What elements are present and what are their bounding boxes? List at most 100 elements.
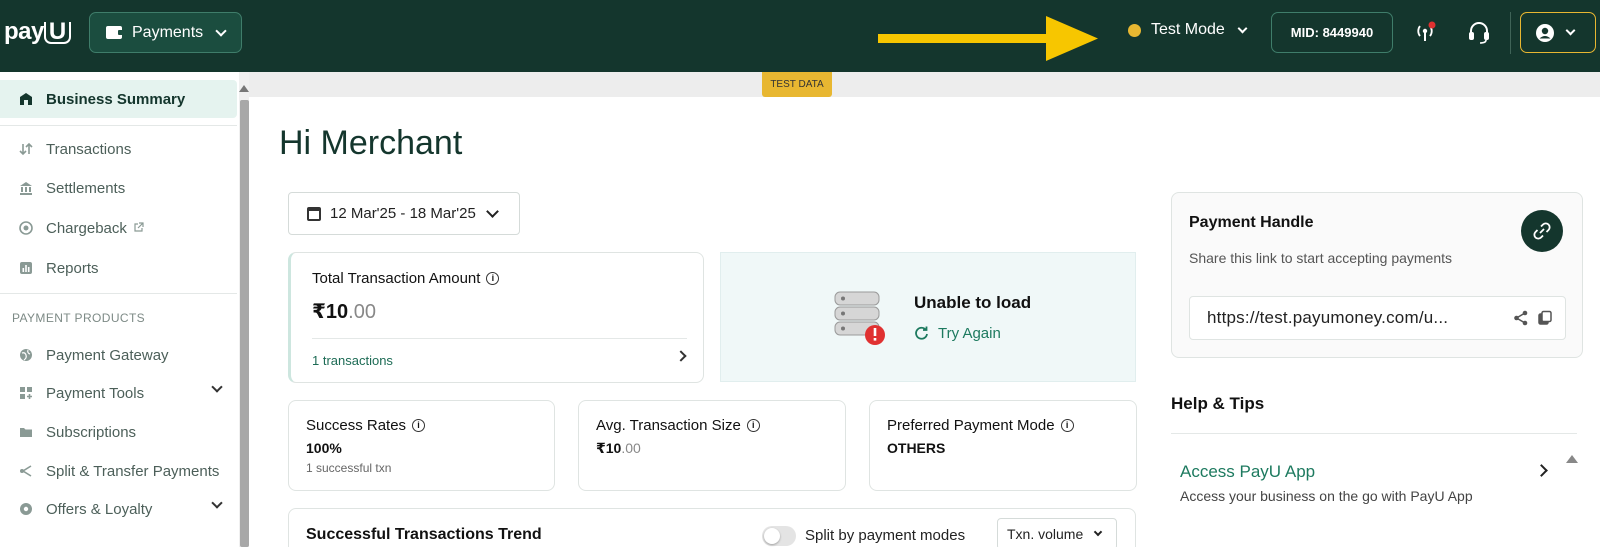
chevron-right-icon[interactable] — [675, 350, 687, 362]
payment-handle-url[interactable]: https://test.payumoney.com/u... — [1189, 296, 1566, 340]
payments-product-button[interactable]: Payments — [89, 12, 242, 53]
total-transaction-title: Total Transaction Amount i — [312, 270, 500, 287]
link-icon — [1533, 222, 1551, 240]
success-rate-sub: 1 successful txn — [306, 461, 392, 475]
sidebar-scrollbar-thumb[interactable] — [240, 100, 249, 547]
info-icon[interactable]: i — [1060, 419, 1074, 432]
preferred-mode-title: Preferred Payment Mode i — [887, 417, 1074, 434]
sidebar-item-split-transfer[interactable]: Split & Transfer Payments — [0, 452, 237, 490]
success-rate-title: Success Rates i — [306, 417, 426, 434]
sidebar-item-reports[interactable]: Reports — [0, 249, 237, 287]
info-icon[interactable]: i — [412, 419, 426, 432]
test-data-band — [249, 72, 1600, 97]
chevron-right-icon[interactable] — [1535, 464, 1548, 477]
avg-transaction-value: ₹10.00 — [596, 440, 641, 456]
sidebar-item-transactions[interactable]: Transactions — [0, 130, 237, 168]
external-link-icon — [133, 220, 144, 237]
success-rate-card: Success Rates i 100% 1 successful txn — [288, 400, 555, 491]
sidebar-item-payment-gateway[interactable]: Payment Gateway — [0, 336, 237, 374]
sidebar-item-label: Settlements — [46, 179, 126, 197]
gear-badge-icon — [18, 501, 34, 517]
chevron-down-icon — [1094, 527, 1103, 537]
wallet-icon — [106, 26, 124, 39]
refresh-icon — [915, 326, 928, 340]
info-icon[interactable]: i — [746, 419, 760, 432]
profile-menu-button[interactable] — [1520, 12, 1596, 53]
total-transaction-card: Total Transaction Amount i ₹10.00 1 tran… — [288, 252, 704, 383]
payu-logo[interactable]: pay U — [4, 18, 71, 46]
help-tips-heading: Help & Tips — [1171, 394, 1265, 413]
sidebar: Business Summary Transactions Settlement… — [0, 72, 237, 547]
globe-icon — [18, 347, 34, 363]
preferred-mode-value: OTHERS — [887, 440, 946, 456]
scroll-up-arrow-icon[interactable] — [239, 85, 249, 92]
mode-status-dot — [1128, 23, 1141, 37]
success-rate-value: 100% — [306, 440, 342, 456]
transactions-count-link[interactable]: 1 transactions — [312, 353, 393, 368]
error-card: Unable to load Try Again — [720, 252, 1136, 382]
sidebar-item-settlements[interactable]: Settlements — [0, 169, 237, 207]
card-divider — [312, 338, 687, 339]
scroll-up-arrow-icon[interactable] — [1566, 455, 1578, 463]
test-data-badge: TEST DATA — [762, 72, 832, 97]
sidebar-item-label: Split & Transfer Payments — [46, 462, 220, 480]
preferred-mode-card: Preferred Payment Mode i OTHERS — [869, 400, 1137, 491]
payment-handle-card: Payment Handle Share this link to start … — [1171, 192, 1583, 358]
merchant-id-button[interactable]: MID: 8449940 — [1271, 12, 1393, 53]
business-icon — [18, 91, 34, 107]
payment-handle-desc: Share this link to start accepting payme… — [1189, 250, 1453, 266]
sidebar-item-payment-tools[interactable]: Payment Tools — [0, 374, 237, 412]
chevron-down-icon — [1565, 25, 1576, 36]
date-range-picker[interactable]: 12 Mar'25 - 18 Mar'25 — [288, 192, 520, 235]
sidebar-item-label: Reports — [46, 259, 99, 277]
topbar-divider — [1510, 12, 1511, 54]
access-payu-app-desc: Access your business on the go with PayU… — [1180, 488, 1473, 504]
server-error-icon — [834, 291, 885, 345]
sidebar-item-label: Transactions — [46, 140, 132, 158]
page-title: Hi Merchant — [279, 124, 463, 162]
chevron-down-icon — [485, 205, 499, 218]
calendar-icon — [307, 206, 321, 221]
access-payu-app-link[interactable]: Access PayU App — [1180, 462, 1315, 482]
test-mode-label: Test Mode — [1151, 21, 1225, 38]
payment-handle-title: Payment Handle — [1189, 214, 1314, 231]
split-payment-modes-toggle[interactable] — [762, 526, 796, 546]
transactions-trend-card: Successful Transactions Trend Split by p… — [288, 508, 1136, 547]
link-button[interactable] — [1521, 210, 1563, 252]
try-again-button[interactable]: Try Again — [914, 325, 1001, 342]
chevron-down-icon — [211, 497, 223, 509]
arrow-annotation — [878, 16, 1098, 61]
sidebar-section-heading: PAYMENT PRODUCTS — [12, 311, 146, 325]
chevron-down-icon — [215, 24, 227, 37]
folder-icon — [18, 424, 34, 440]
top-navigation-bar: pay U Payments Test Mode MID: 8449940 — [0, 0, 1600, 72]
sidebar-divider — [0, 293, 237, 294]
chevron-down-icon — [1237, 23, 1248, 33]
date-range-label: 12 Mar'25 - 18 Mar'25 — [330, 205, 476, 222]
test-mode-dropdown[interactable]: Test Mode — [1128, 21, 1248, 39]
error-message: Unable to load — [914, 293, 1032, 312]
sidebar-item-business-summary[interactable]: Business Summary — [0, 80, 237, 118]
avg-transaction-title: Avg. Transaction Size i — [596, 417, 760, 434]
help-divider — [1171, 433, 1577, 434]
broadcast-icon[interactable] — [1413, 20, 1439, 46]
chargeback-icon — [18, 220, 34, 236]
sidebar-item-label: Offers & Loyalty — [46, 500, 153, 518]
sidebar-item-label: Subscriptions — [46, 423, 137, 441]
sidebar-item-offers-loyalty[interactable]: Offers & Loyalty — [0, 490, 237, 528]
payments-button-label: Payments — [132, 23, 204, 41]
share-icon[interactable] — [1513, 310, 1529, 326]
avg-transaction-card: Avg. Transaction Size i ₹10.00 — [578, 400, 846, 491]
sidebar-item-label: Business Summary — [46, 90, 186, 108]
sidebar-item-subscriptions[interactable]: Subscriptions — [0, 413, 237, 451]
metric-select[interactable]: Txn. volume — [997, 518, 1117, 547]
sidebar-item-label: Payment Tools — [46, 384, 145, 402]
user-avatar-icon — [1536, 23, 1554, 42]
headset-icon[interactable] — [1466, 20, 1492, 46]
copy-icon[interactable] — [1537, 310, 1553, 326]
split-icon — [18, 463, 34, 479]
info-icon[interactable]: i — [486, 272, 500, 285]
total-transaction-amount: ₹10.00 — [312, 301, 376, 323]
transactions-icon — [18, 141, 34, 157]
sidebar-item-chargeback[interactable]: Chargeback — [0, 209, 237, 247]
